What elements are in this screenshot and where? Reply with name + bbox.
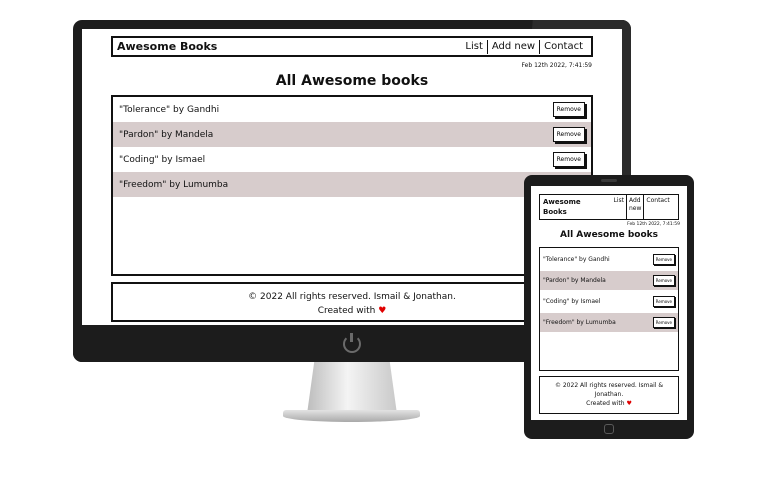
book-row: "Coding" by Ismael Remove [540,292,678,311]
book-row: "Pardon" by Mandela Remove [540,271,678,290]
book-title: "Pardon" by Mandela [119,129,214,140]
remove-button[interactable]: Remove [652,296,675,307]
nav-links: List Add new Contact [602,195,678,219]
nav-links: List Add new Contact [461,39,587,54]
date-time: Feb 12th 2022, 7:41:59 [627,222,680,227]
footer-created-with: Created with ♥ [586,400,632,407]
nav-link-add-new[interactable]: Add new [486,39,539,54]
nav-link-contact[interactable]: Contact [643,195,671,219]
home-button-icon [604,424,614,434]
footer: © 2022 All rights reserved. Ismail & Jon… [111,282,593,322]
tablet-device: Awesome Books List Add new Contact Feb 1… [524,175,694,439]
monitor-stand-neck [307,362,397,414]
date-time: Feb 12th 2022, 7:41:59 [521,62,592,69]
book-row: "Coding" by Ismael Remove [113,147,591,172]
brand-logo: Awesome Books [543,198,581,216]
remove-button[interactable]: Remove [652,275,675,286]
footer: © 2022 All rights reserved. Ismail & Jon… [539,376,679,414]
desktop-navbar: Awesome Books List Add new Contact [111,36,593,57]
book-title: "Freedom" by Lumumba [119,179,229,190]
book-row: "Pardon" by Mandela Remove [113,122,591,147]
book-list: "Tolerance" by Gandhi Remove "Pardon" by… [111,95,593,276]
book-list: "Tolerance" by Gandhi Remove "Pardon" by… [539,247,679,371]
tablet-screen: Awesome Books List Add new Contact Feb 1… [531,186,687,420]
book-row: "Tolerance" by Gandhi Remove [113,97,591,122]
brand-logo: Awesome Books [117,40,218,53]
book-title: "Tolerance" by Gandhi [543,256,610,263]
remove-button[interactable]: Remove [552,152,585,167]
heart-icon: ♥ [378,306,387,316]
power-icon [343,333,361,353]
remove-button[interactable]: Remove [552,102,585,117]
book-row: "Tolerance" by Gandhi Remove [540,250,678,269]
book-title: "Freedom" by Lumumba [543,319,616,326]
tablet-navbar: Awesome Books List Add new Contact [539,194,679,220]
nav-link-add-new[interactable]: Add new [626,195,643,219]
footer-copyright: © 2022 All rights reserved. Ismail & Jon… [248,292,456,302]
footer-copyright: © 2022 All rights reserved. Ismail & [554,382,664,389]
footer-created-with: Created with ♥ [317,306,387,316]
remove-button[interactable]: Remove [652,317,675,328]
remove-button[interactable]: Remove [652,254,675,265]
book-row: "Freedom" by Lumumba Remove [540,313,678,332]
nav-link-list[interactable]: List [602,195,626,219]
tablet-camera-icon [601,179,617,182]
nav-link-contact[interactable]: Contact [539,39,587,54]
book-title: "Coding" by Ismael [119,154,206,165]
nav-link-list[interactable]: List [461,40,486,54]
book-row: "Freedom" by Lumumba [113,172,591,197]
footer-copyright-cont: Jonathan. [594,391,624,398]
page-title: All Awesome books [560,230,658,240]
page-title: All Awesome books [275,73,429,89]
book-title: "Pardon" by Mandela [543,277,606,284]
heart-icon: ♥ [626,400,632,407]
monitor-stand-base [283,410,420,422]
book-title: "Tolerance" by Gandhi [119,104,220,115]
remove-button[interactable]: Remove [552,127,585,142]
book-title: "Coding" by Ismael [543,298,601,305]
